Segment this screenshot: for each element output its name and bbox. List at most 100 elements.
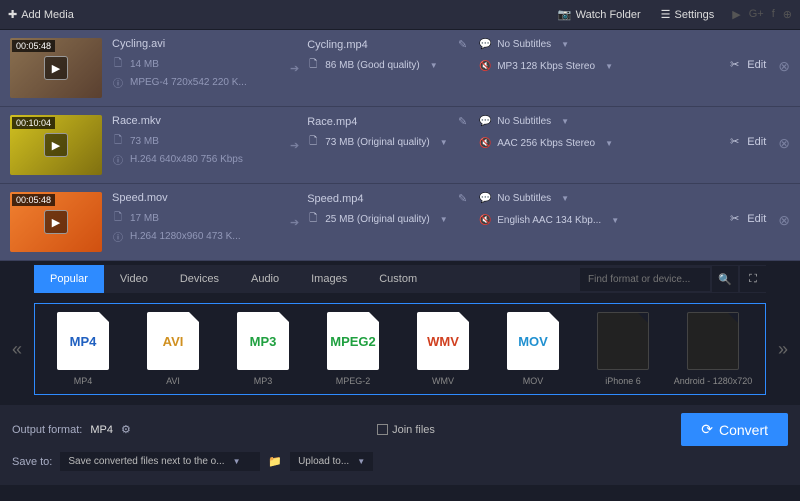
- search-icon: 🔍: [718, 273, 732, 286]
- remove-button[interactable]: ⊗: [778, 212, 790, 229]
- search-input[interactable]: [580, 268, 710, 291]
- file-row[interactable]: 00:05:48 ▶ Cycling.avi 🗋14 MB ⓘMPEG-4 72…: [0, 30, 800, 107]
- upload-to-select[interactable]: Upload to...▼: [290, 452, 373, 471]
- chevron-down-icon[interactable]: ▼: [605, 62, 613, 71]
- arrow-icon: ➔: [290, 62, 299, 75]
- file-row[interactable]: 00:05:48 ▶ Speed.mov 🗋17 MB ⓘH.264 1280x…: [0, 184, 800, 261]
- folder-icon[interactable]: 📁: [268, 455, 282, 468]
- preset-item[interactable]: MP4MP4: [43, 312, 123, 386]
- source-size: 14 MB: [130, 59, 159, 70]
- convert-icon: ⟳: [701, 421, 713, 438]
- play-icon[interactable]: ▶: [44, 210, 68, 234]
- preset-icon: MP4: [57, 312, 109, 370]
- preset-item[interactable]: MP3MP3: [223, 312, 303, 386]
- youtube-icon[interactable]: ▶: [732, 8, 740, 21]
- tab-video[interactable]: Video: [104, 265, 164, 293]
- tab-popular[interactable]: Popular: [34, 265, 104, 293]
- output-filename: Speed.mp4: [307, 193, 363, 205]
- preset-item[interactable]: AVIAVI: [133, 312, 213, 386]
- preset-item[interactable]: iPhone 6: [583, 312, 663, 386]
- chevron-down-icon[interactable]: ▼: [561, 194, 569, 203]
- thumbnail[interactable]: 00:05:48 ▶: [10, 192, 102, 252]
- preset-label: MOV: [523, 376, 544, 386]
- plus-icon: ✚: [8, 8, 17, 21]
- audio-value[interactable]: AAC 256 Kbps Stereo: [497, 138, 595, 149]
- settings-button[interactable]: ☰Settings: [651, 2, 725, 27]
- output-size: 73 MB (Original quality): [325, 137, 429, 148]
- remove-button[interactable]: ⊗: [778, 135, 790, 152]
- edit-button[interactable]: ✂Edit: [730, 212, 766, 225]
- subtitle-value[interactable]: No Subtitles: [497, 39, 551, 50]
- globe-icon[interactable]: ⊕: [783, 8, 792, 21]
- source-filename: Race.mkv: [112, 115, 282, 127]
- audio-icon: 🔇: [479, 60, 491, 72]
- save-to-select[interactable]: Save converted files next to the o...▼: [60, 452, 260, 471]
- tab-custom[interactable]: Custom: [363, 265, 433, 293]
- audio-value[interactable]: English AAC 134 Kbp...: [497, 215, 601, 226]
- subtitle-icon: 💬: [479, 38, 491, 50]
- preset-item[interactable]: WMV WMV: [403, 312, 483, 386]
- chevron-down-icon[interactable]: ▼: [561, 117, 569, 126]
- tabs-bar: PopularVideoDevicesAudioImagesCustom 🔍 ⛶: [34, 265, 766, 293]
- play-icon[interactable]: ▶: [44, 56, 68, 80]
- arrow-icon: ➔: [290, 216, 299, 229]
- preset-item[interactable]: MOV MOV: [493, 312, 573, 386]
- chevron-down-icon[interactable]: ▼: [440, 138, 448, 147]
- output-size: 86 MB (Good quality): [325, 60, 420, 71]
- audio-value[interactable]: MP3 128 Kbps Stereo: [497, 61, 595, 72]
- subtitle-value[interactable]: No Subtitles: [497, 116, 551, 127]
- scroll-right-button[interactable]: »: [774, 339, 792, 360]
- chevron-down-icon[interactable]: ▼: [611, 216, 619, 225]
- search-button[interactable]: 🔍: [712, 266, 738, 292]
- facebook-icon[interactable]: f: [772, 8, 775, 21]
- preset-icon: MP3: [237, 312, 289, 370]
- convert-button[interactable]: ⟳Convert: [681, 413, 788, 446]
- info-icon: ⓘ: [112, 153, 124, 165]
- join-files-checkbox[interactable]: Join files: [377, 424, 435, 436]
- chevron-down-icon[interactable]: ▼: [440, 215, 448, 224]
- preset-label: iPhone 6: [605, 376, 641, 386]
- thumbnail[interactable]: 00:05:48 ▶: [10, 38, 102, 98]
- chevron-down-icon[interactable]: ▼: [561, 40, 569, 49]
- preset-icon: MOV: [507, 312, 559, 370]
- preset-icon: MPEG2: [327, 312, 379, 370]
- gear-icon[interactable]: ⚙: [121, 423, 131, 436]
- chevron-down-icon[interactable]: ▼: [605, 139, 613, 148]
- duration-badge: 00:10:04: [12, 117, 55, 129]
- preset-item[interactable]: MPEG2 MPEG-2: [313, 312, 393, 386]
- output-size: 25 MB (Original quality): [325, 214, 429, 225]
- scissors-icon: ✂: [730, 135, 739, 148]
- remove-button[interactable]: ⊗: [778, 58, 790, 75]
- preset-icon: WMV: [417, 312, 469, 370]
- file-list: 00:05:48 ▶ Cycling.avi 🗋14 MB ⓘMPEG-4 72…: [0, 30, 800, 261]
- rename-icon[interactable]: ✎: [458, 38, 467, 51]
- google-plus-icon[interactable]: G+: [749, 8, 764, 21]
- play-icon[interactable]: ▶: [44, 133, 68, 157]
- thumbnail[interactable]: 00:10:04 ▶: [10, 115, 102, 175]
- preset-icon: [597, 312, 649, 370]
- tab-devices[interactable]: Devices: [164, 265, 235, 293]
- rename-icon[interactable]: ✎: [458, 115, 467, 128]
- tab-audio[interactable]: Audio: [235, 265, 295, 293]
- scissors-icon: ✂: [730, 212, 739, 225]
- watch-folder-button[interactable]: 📷Watch Folder: [548, 2, 651, 27]
- add-media-button[interactable]: ✚Add Media: [8, 8, 74, 21]
- preset-grid: MP4MP4AVIAVIMP3MP3MPEG2MPEG-2WMVWMVMOVMO…: [34, 303, 766, 395]
- tab-images[interactable]: Images: [295, 265, 363, 293]
- scan-button[interactable]: ⛶: [740, 266, 766, 292]
- scissors-icon: ✂: [730, 58, 739, 71]
- rename-icon[interactable]: ✎: [458, 192, 467, 205]
- edit-button[interactable]: ✂Edit: [730, 135, 766, 148]
- preset-item[interactable]: Android - 1280x720: [673, 312, 753, 386]
- preset-label: MPEG-2: [336, 376, 371, 386]
- file-row[interactable]: 00:10:04 ▶ Race.mkv 🗋73 MB ⓘH.264 640x48…: [0, 107, 800, 184]
- chevron-down-icon[interactable]: ▼: [430, 61, 438, 70]
- subtitle-value[interactable]: No Subtitles: [497, 193, 551, 204]
- preset-label: WMV: [432, 376, 454, 386]
- scroll-left-button[interactable]: «: [8, 339, 26, 360]
- subtitle-icon: 💬: [479, 192, 491, 204]
- edit-button[interactable]: ✂Edit: [730, 58, 766, 71]
- camera-icon: 📷: [558, 8, 572, 21]
- output-filename: Race.mp4: [307, 116, 357, 128]
- info-icon: ⓘ: [112, 76, 124, 88]
